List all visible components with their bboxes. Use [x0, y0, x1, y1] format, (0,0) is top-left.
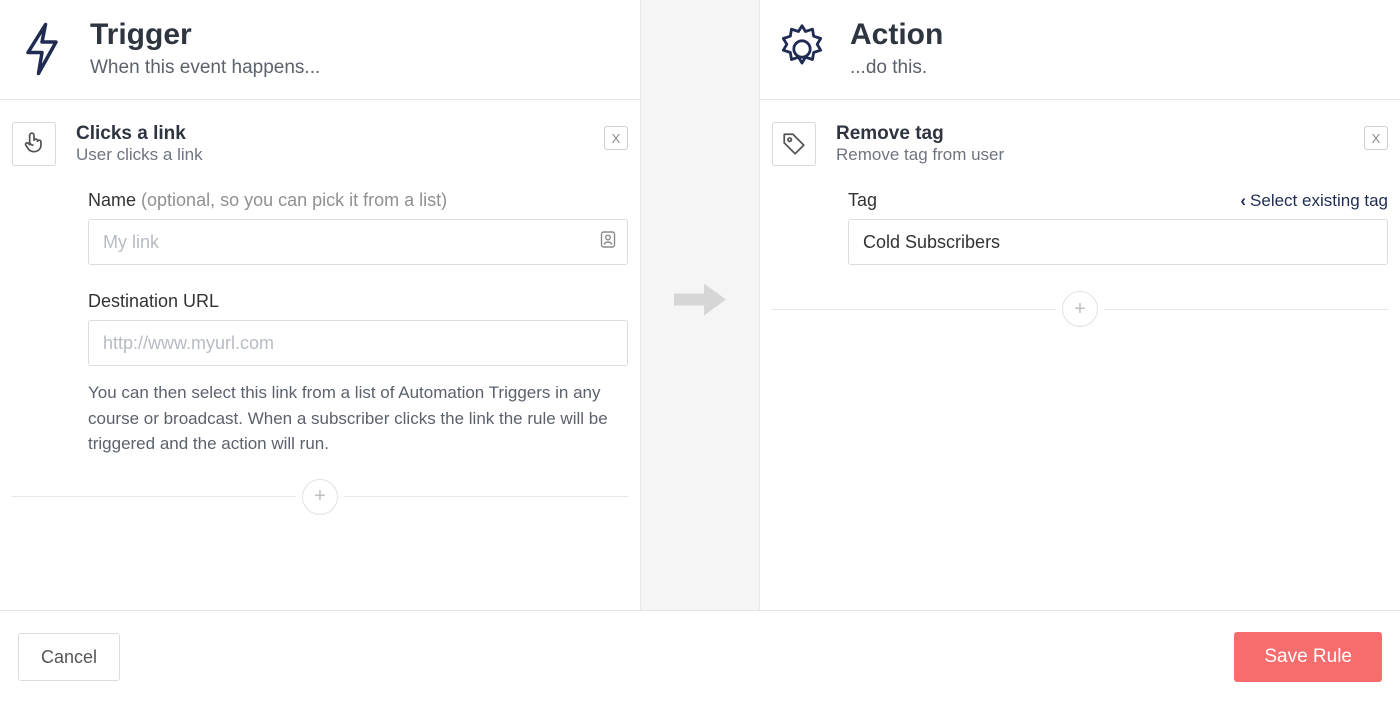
- url-field-block: Destination URL You can then select this…: [88, 291, 628, 457]
- trigger-card-title: Clicks a link: [76, 123, 203, 145]
- tag-field-block: Tag ‹ Select existing tag: [848, 190, 1388, 265]
- tag-icon: [772, 122, 816, 166]
- name-field-label: Name (optional, so you can pick it from …: [88, 190, 628, 211]
- save-rule-button[interactable]: Save Rule: [1234, 632, 1382, 682]
- action-column: Action ...do this. Remove tag Remove tag…: [760, 0, 1400, 610]
- name-field-block: Name (optional, so you can pick it from …: [88, 190, 628, 265]
- add-action-button[interactable]: +: [1062, 291, 1098, 327]
- action-header: Action ...do this.: [760, 0, 1400, 100]
- footer-bar: Cancel Save Rule: [0, 610, 1400, 703]
- cancel-button[interactable]: Cancel: [18, 633, 120, 681]
- tag-field-label: Tag: [848, 190, 877, 211]
- action-heading: Action: [850, 18, 943, 51]
- trigger-help-text: You can then select this link from a lis…: [88, 380, 628, 457]
- trigger-column: Trigger When this event happens...: [0, 0, 640, 610]
- trigger-card-subtitle: User clicks a link: [76, 145, 203, 165]
- automation-rule-builder: Trigger When this event happens...: [0, 0, 1400, 703]
- url-field-label: Destination URL: [88, 291, 628, 312]
- destination-url-input[interactable]: [88, 320, 628, 366]
- trigger-header: Trigger When this event happens...: [0, 0, 640, 100]
- chevron-left-icon: ‹: [1240, 191, 1246, 211]
- pointer-click-icon: [12, 122, 56, 166]
- add-trigger-row: +: [12, 479, 628, 515]
- tag-input[interactable]: [848, 219, 1388, 265]
- select-existing-tag-link[interactable]: ‹ Select existing tag: [1240, 191, 1388, 211]
- action-card-title: Remove tag: [836, 123, 1004, 145]
- action-card: Remove tag Remove tag from user X Tag ‹ …: [760, 100, 1400, 327]
- add-trigger-button[interactable]: +: [302, 479, 338, 515]
- columns: Trigger When this event happens...: [0, 0, 1400, 610]
- lightning-bolt-icon: [14, 21, 70, 77]
- contact-card-icon: [600, 231, 616, 254]
- arrow-right-icon: [670, 280, 730, 325]
- flow-gap: [640, 0, 760, 610]
- trigger-card: Clicks a link User clicks a link X Name …: [0, 100, 640, 515]
- trigger-name-input[interactable]: [88, 219, 628, 265]
- trigger-subheading: When this event happens...: [90, 57, 320, 79]
- add-action-row: +: [772, 291, 1388, 327]
- gear-icon: [774, 21, 830, 77]
- action-card-subtitle: Remove tag from user: [836, 145, 1004, 165]
- remove-action-button[interactable]: X: [1364, 126, 1388, 150]
- action-subheading: ...do this.: [850, 57, 943, 79]
- remove-trigger-button[interactable]: X: [604, 126, 628, 150]
- trigger-heading: Trigger: [90, 18, 320, 51]
